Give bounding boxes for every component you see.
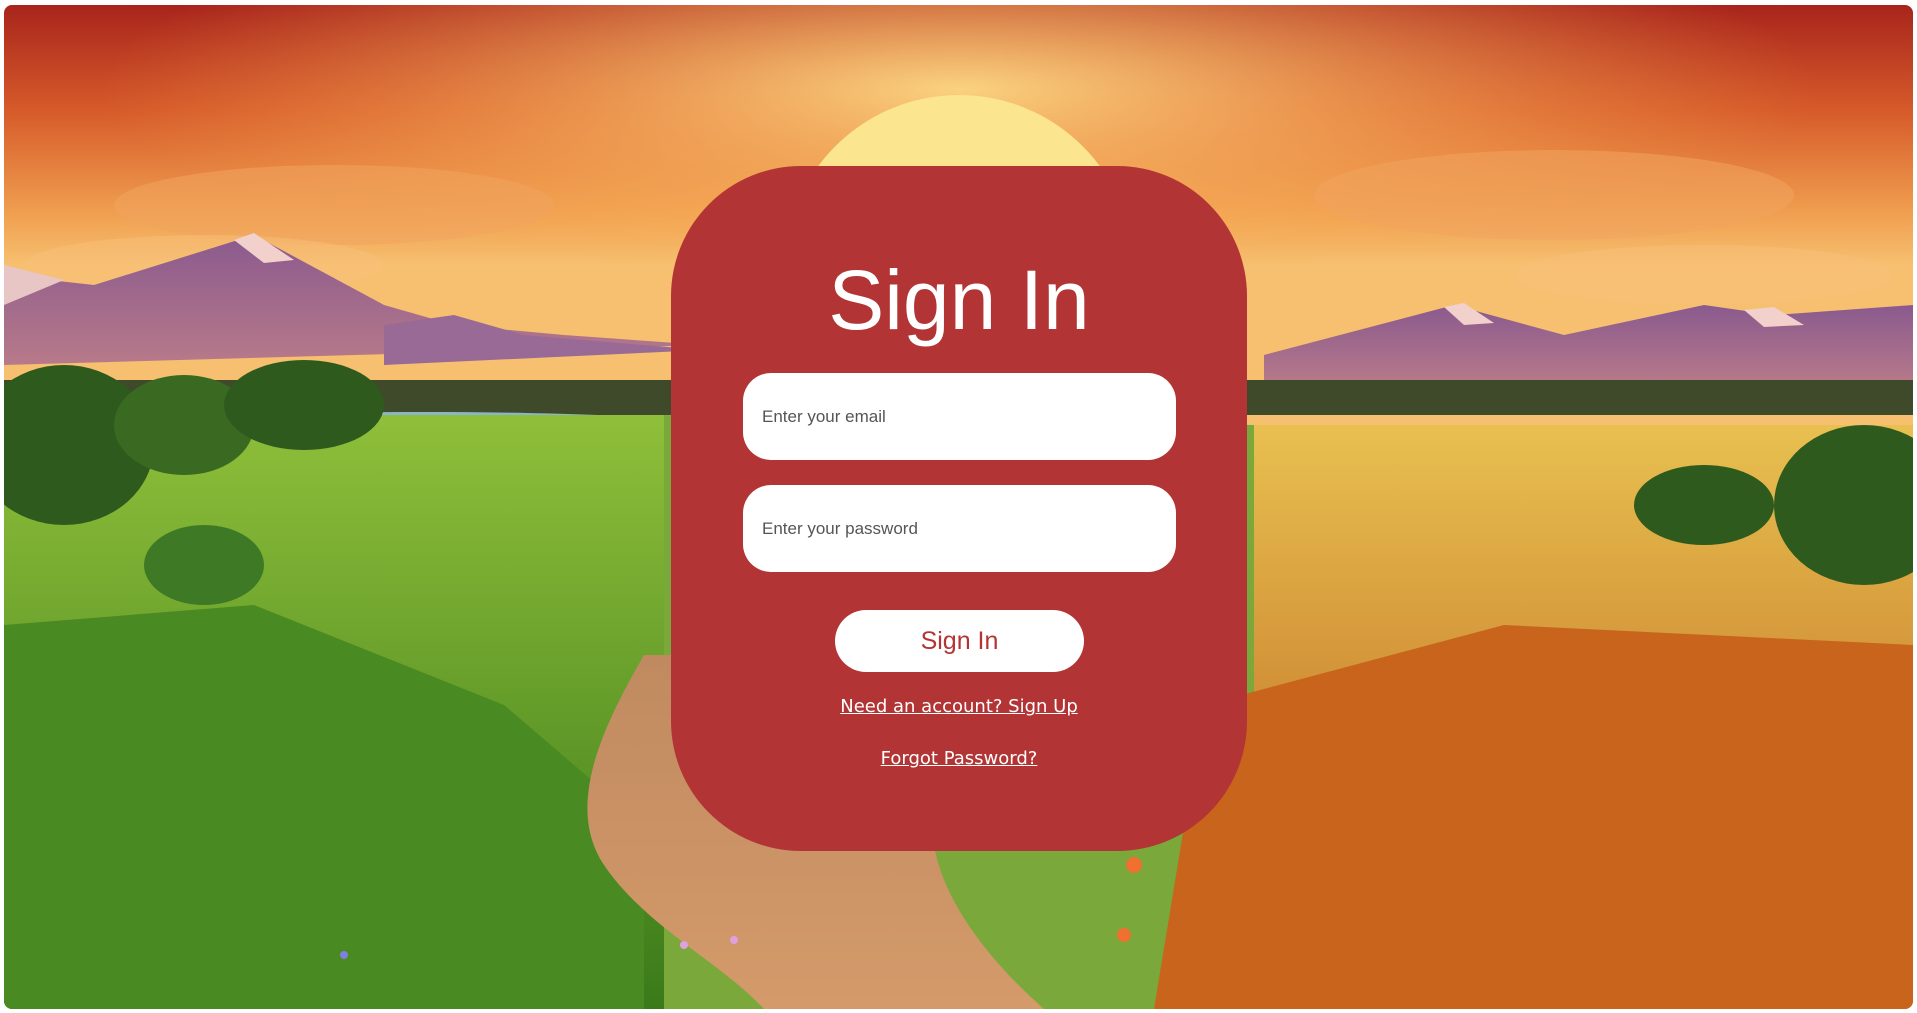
sign-in-card: Sign In Sign In Need an account? Sign Up…	[671, 166, 1247, 851]
page-title: Sign In	[828, 253, 1090, 347]
password-field[interactable]	[743, 485, 1176, 572]
sign-in-button[interactable]: Sign In	[835, 610, 1084, 672]
sign-up-link[interactable]: Need an account? Sign Up	[671, 696, 1247, 717]
email-field[interactable]	[743, 373, 1176, 460]
forgot-password-link[interactable]: Forgot Password?	[671, 748, 1247, 769]
page-frame: Sign In Sign In Need an account? Sign Up…	[4, 5, 1913, 1009]
